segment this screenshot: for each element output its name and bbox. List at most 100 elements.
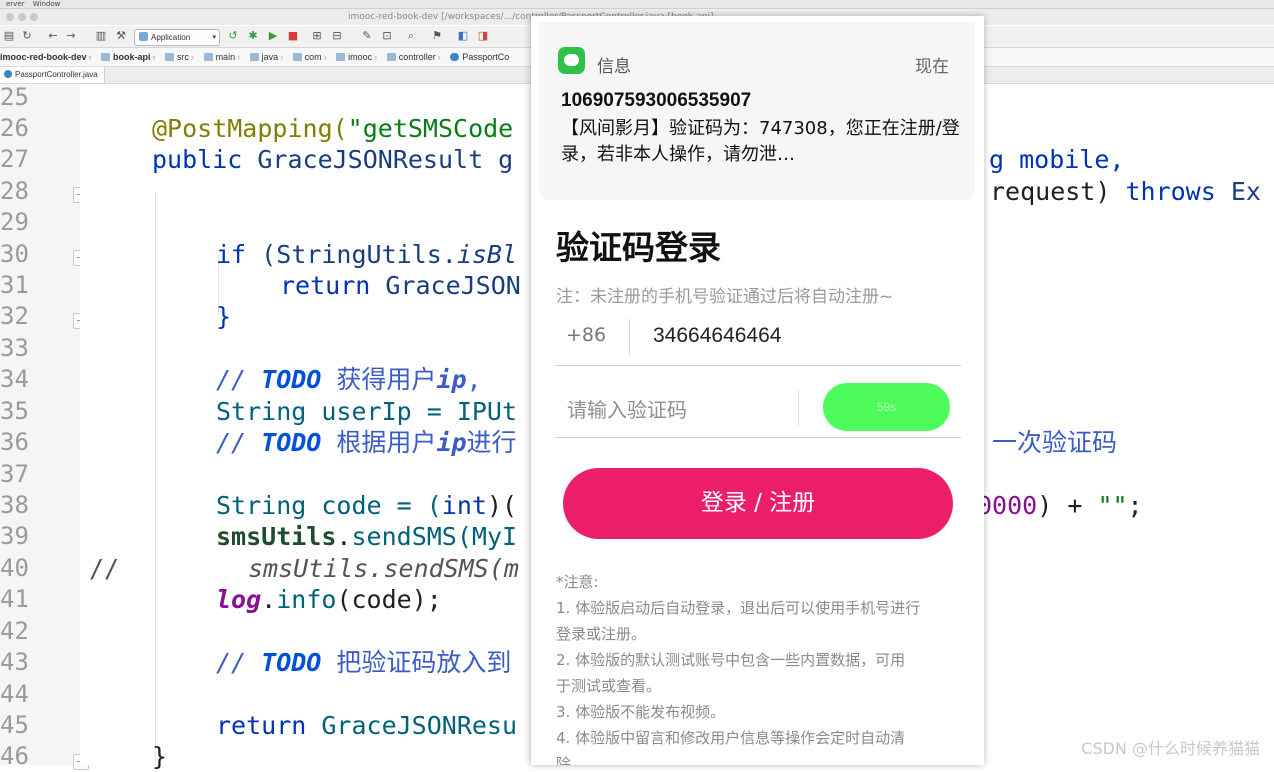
- send-code-button[interactable]: 59s: [823, 383, 950, 431]
- folder-icon: [203, 53, 213, 61]
- notification-app-name: 信息: [597, 57, 631, 77]
- tip-line: 3. 体验版不能发布视频。: [556, 703, 726, 721]
- line-number-gutter: 25 26 27 28 29 30 31 32 33 34 35 36 37 3…: [0, 83, 89, 770]
- line-number: 29: [0, 208, 29, 236]
- notification-body: 【风间影月】验证码为：747308，您正在注册/登录，若非本人操作，请勿泄…: [561, 118, 960, 165]
- line-number: 33: [0, 334, 29, 362]
- code-line-39: smsUtils.sendSMS(MyI: [216, 522, 518, 551]
- plugin-icon[interactable]: ⚑: [430, 29, 444, 43]
- chevron-down-icon: ▾: [212, 34, 216, 41]
- country-code[interactable]: +86: [566, 324, 606, 346]
- minimize-window-icon[interactable]: [18, 13, 26, 21]
- class-icon: [4, 70, 12, 78]
- code-line-27: public GraceJSONResult g: [152, 145, 514, 174]
- input-underline: [556, 365, 961, 366]
- database-icon[interactable]: ◧: [456, 29, 470, 43]
- code-line-27-tail: g mobile,: [989, 145, 1125, 174]
- folder-icon: [249, 53, 259, 61]
- run-config-label: Application: [151, 33, 191, 42]
- line-number: 43: [0, 648, 29, 676]
- close-window-icon[interactable]: [6, 13, 14, 21]
- class-icon: [450, 53, 460, 61]
- line-number: 41: [0, 585, 29, 613]
- code-line-40: //: [89, 554, 120, 583]
- phone-number-input[interactable]: 34664646464: [653, 324, 781, 348]
- breadcrumb-item[interactable]: com ›: [289, 48, 327, 66]
- line-number: 37: [0, 460, 29, 488]
- tab-passport-controller[interactable]: PassportController.java: [0, 67, 105, 83]
- divider: [629, 319, 630, 355]
- line-number: 45: [0, 711, 29, 739]
- code-line-36-tail: 一次验证码: [992, 428, 1118, 457]
- code-line-36: // TODO 根据用户ip进行: [216, 428, 517, 457]
- back-icon[interactable]: ←: [46, 29, 60, 43]
- line-number: 27: [0, 145, 29, 173]
- code-line-35: String userIp = IPUt: [216, 397, 518, 426]
- application-icon: [139, 32, 148, 41]
- phone-simulator: 信息 现在 106907593006535907 【风间影月】验证码为：7473…: [531, 16, 984, 765]
- menu-item-server[interactable]: erver: [6, 0, 25, 8]
- indent-guide: [155, 192, 156, 765]
- structure-icon[interactable]: ▥: [94, 29, 108, 43]
- line-number: 28: [0, 177, 29, 205]
- tip-line: 2. 体验版的默认测试账号中包含一些内置数据，可用: [556, 651, 906, 669]
- build-icon[interactable]: ⚒: [114, 29, 128, 43]
- breadcrumb-item[interactable]: imooc ›: [332, 48, 377, 66]
- login-register-button[interactable]: 登录 / 注册: [563, 468, 953, 539]
- coverage-icon[interactable]: ▶: [266, 29, 280, 43]
- forward-icon[interactable]: →: [64, 29, 78, 43]
- maximize-window-icon[interactable]: [30, 13, 38, 21]
- breadcrumb-item[interactable]: book-api ›: [97, 48, 156, 66]
- register-note: 注：未注册的手机号验证通过后将自动注册~: [556, 287, 894, 307]
- structure-view-icon[interactable]: ⊡: [380, 29, 394, 43]
- wrench-icon[interactable]: ✎: [360, 29, 374, 43]
- line-number: 42: [0, 617, 29, 645]
- divider: [798, 390, 799, 426]
- tool-window-icon[interactable]: ◨: [476, 29, 490, 43]
- code-line-38-tail: 0000) + "";: [977, 491, 1143, 520]
- stop-icon[interactable]: ■: [286, 29, 300, 43]
- sms-notification[interactable]: 信息 现在 106907593006535907 【风间影月】验证码为：7473…: [539, 22, 975, 200]
- verification-code-input[interactable]: 请输入验证码: [567, 394, 687, 423]
- line-number: 35: [0, 397, 29, 425]
- breadcrumb-item[interactable]: java ›: [246, 48, 283, 66]
- line-number: 26: [0, 114, 29, 142]
- sync-icon[interactable]: ↻: [20, 29, 34, 43]
- folder-icon: [101, 53, 111, 61]
- tab-label: PassportController.java: [15, 70, 98, 79]
- tip-line: 除。: [556, 755, 587, 765]
- breadcrumb-item[interactable]: PassportCo: [446, 48, 509, 66]
- folder-icon: [292, 53, 302, 61]
- tip-line: 登录或注册。: [556, 625, 647, 643]
- menu-item-window[interactable]: Window: [33, 0, 61, 8]
- folder-icon: [336, 53, 346, 61]
- page-title: 验证码登录: [556, 228, 721, 267]
- toolbar-tool-icon-2[interactable]: ⊟: [330, 29, 344, 43]
- notification-time: 现在: [915, 57, 949, 77]
- rerun-icon[interactable]: ↺: [226, 29, 240, 43]
- line-number: 34: [0, 365, 29, 393]
- breadcrumb-item[interactable]: controller ›: [383, 48, 441, 66]
- input-underline: [556, 437, 961, 438]
- line-number: 40: [0, 554, 29, 582]
- line-number: 32: [0, 302, 29, 330]
- code-line-40-commented: smsUtils.sendSMS(m: [248, 554, 519, 583]
- code-line-43: // TODO 把验证码放入到: [216, 648, 512, 677]
- search-icon[interactable]: ⌕: [404, 29, 418, 43]
- tip-line: 1. 体验版启动后自动登录，退出后可以使用手机号进行: [556, 599, 921, 617]
- line-number: 38: [0, 491, 29, 519]
- debug-icon[interactable]: ✱: [246, 29, 260, 43]
- breadcrumb-item[interactable]: imooc-red-book-dev ›: [0, 48, 92, 66]
- breadcrumb-item[interactable]: main ›: [200, 48, 240, 66]
- line-number: 25: [0, 83, 29, 111]
- breadcrumb-item[interactable]: src ›: [161, 48, 194, 66]
- run-configuration-select[interactable]: Application ▾: [134, 29, 220, 46]
- toolbar-tool-icon[interactable]: ⊞: [310, 29, 324, 43]
- save-icon[interactable]: ▤: [2, 29, 16, 43]
- code-line-46: }: [152, 742, 168, 771]
- code-line-32: }: [216, 302, 232, 331]
- folder-icon: [165, 53, 175, 61]
- code-line-28-tail: request) throws Ex: [990, 177, 1261, 206]
- code-line-31: return GraceJSON: [280, 271, 521, 300]
- watermark: CSDN @什么时候养猫猫: [1081, 739, 1260, 758]
